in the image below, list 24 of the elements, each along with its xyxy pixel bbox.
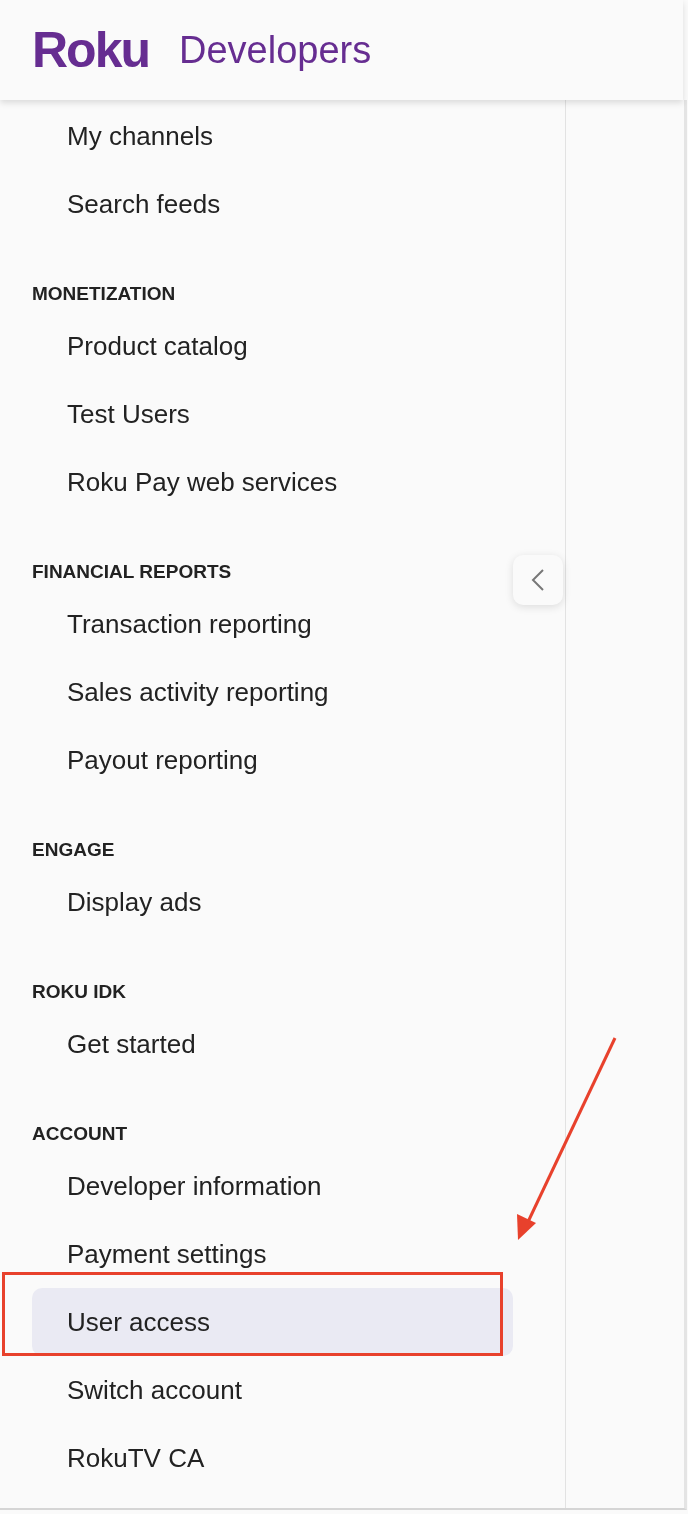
section-heading: MONETIZATION [32,282,176,306]
nav-item[interactable]: Roku Pay web services [32,448,513,516]
section-heading: ENGAGE [32,838,115,862]
logo[interactable]: Roku [32,21,149,79]
section-heading: FINANCIAL REPORTS [32,560,232,584]
chevron-left-icon [531,568,545,592]
nav-item[interactable]: My channels [32,102,513,170]
nav-item[interactable]: Payment settings [32,1220,513,1288]
nav-item[interactable]: Get started [32,1010,513,1078]
nav-item[interactable]: Payout reporting [32,726,513,794]
nav-item[interactable]: Switch account [32,1356,513,1424]
nav-item[interactable]: Product catalog [32,312,513,380]
nav-item[interactable]: Sales activity reporting [32,658,513,726]
nav-item[interactable]: User access [32,1288,513,1356]
collapse-button[interactable] [513,555,563,605]
section-heading: ACCOUNT [32,1122,127,1146]
nav-item[interactable]: Test Users [32,380,513,448]
nav-item[interactable]: Transaction reporting [32,590,513,658]
nav-item[interactable]: Developer information [32,1152,513,1220]
nav-item[interactable]: RokuTV CA [32,1424,513,1492]
site-title: Developers [179,28,372,72]
nav-item[interactable]: Display ads [32,868,513,936]
section-heading: ROKU IDK [32,980,126,1004]
nav-item[interactable]: Search feeds [32,170,513,238]
